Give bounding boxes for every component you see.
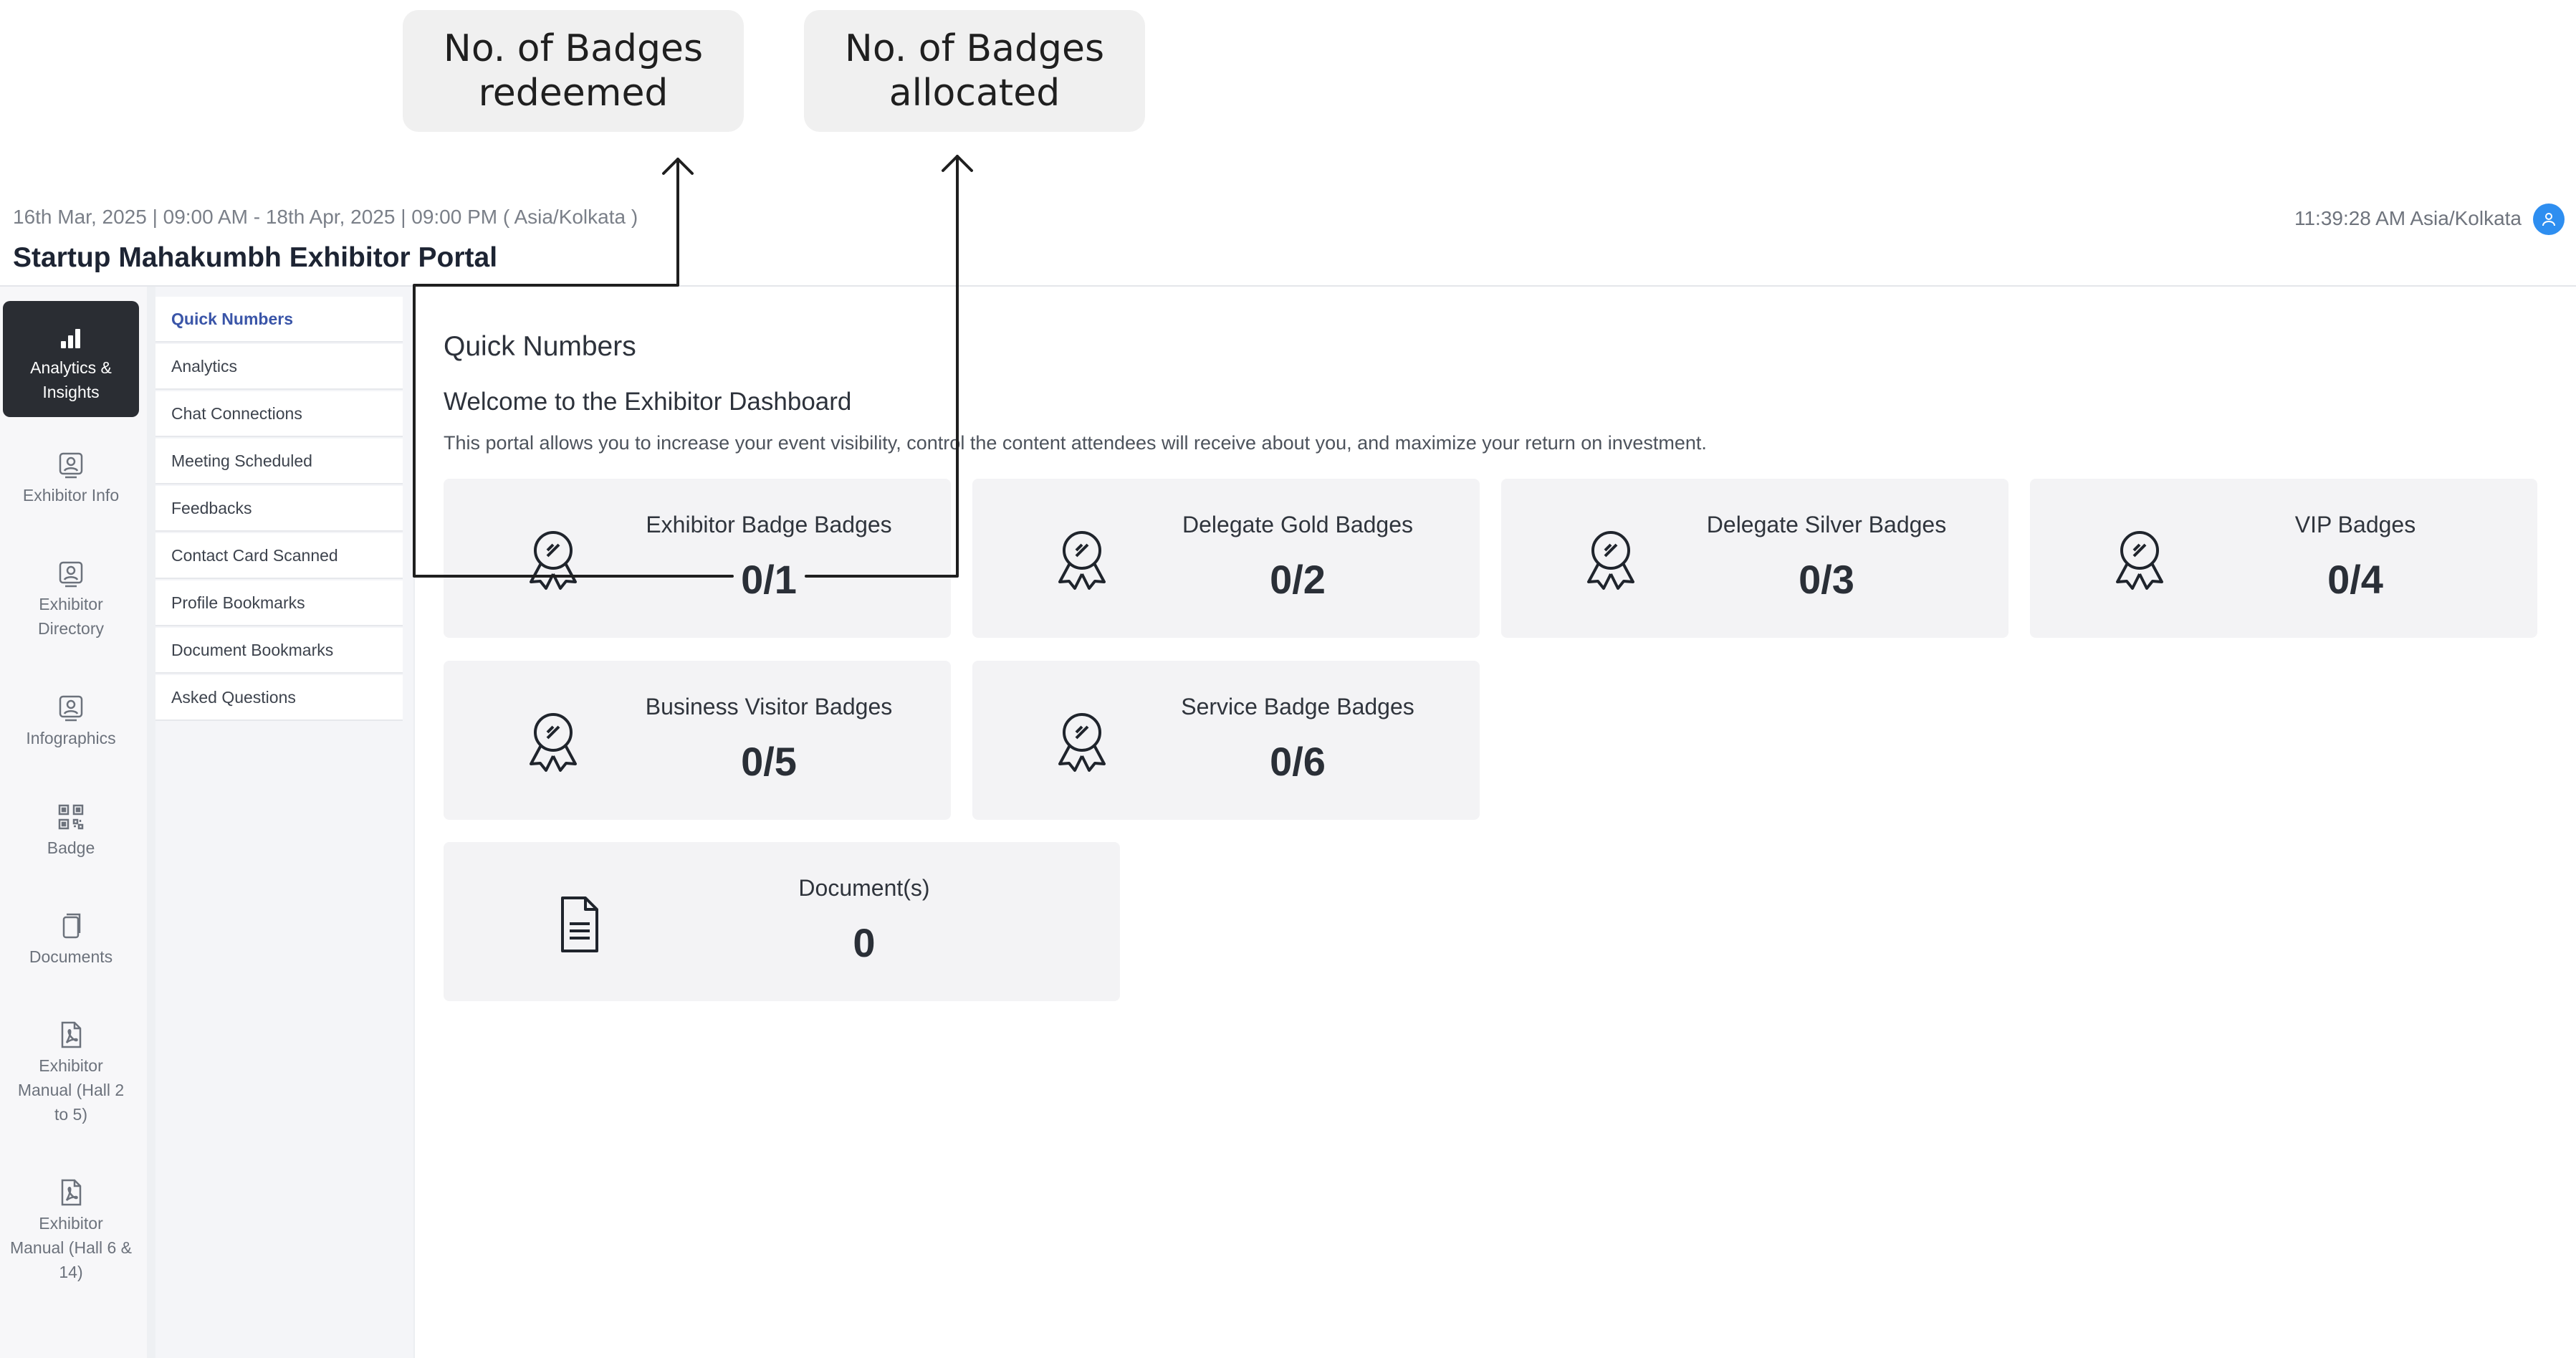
rail-divider <box>147 287 155 1358</box>
qr-code-icon <box>58 804 84 830</box>
redeemed-callout: No. of Badges redeemed <box>403 10 744 132</box>
stat-card-value: 0/5 <box>741 739 797 784</box>
rail-item-label: Documents <box>29 947 113 966</box>
allocated-callout: No. of Badges allocated <box>804 10 1145 132</box>
content-divider <box>413 287 415 1358</box>
rail-item-badge[interactable]: Badge <box>3 795 139 860</box>
rail-item-label: Exhibitor Info <box>22 486 120 505</box>
stat-card-label: Service Badge Badges <box>1181 694 1414 719</box>
rail-item-infographics[interactable]: Infographics <box>3 686 139 750</box>
rail-item-exhibitor-manual-hall-6-14[interactable]: Exhibitor Manual (Hall 6 & 14) <box>3 1171 139 1284</box>
rail-item-exhibitor-info[interactable]: Exhibitor Info <box>3 443 139 507</box>
stat-card-value: 0/1 <box>741 557 797 602</box>
stat-card-value: 0/2 <box>1270 557 1326 602</box>
stat-card-value: 0/3 <box>1799 557 1854 602</box>
stat-card-documents: Document(s) 0 <box>444 842 1120 1001</box>
rail-item-analytics-insights[interactable]: Analytics & Insights <box>3 301 139 417</box>
stat-card-value: 0/4 <box>2327 557 2383 602</box>
stat-card-delegate-silver-badges: Delegate Silver Badges 0/3 <box>1501 479 2008 638</box>
rail-item-documents[interactable]: Documents <box>3 904 139 969</box>
rail-item-exhibitor-manual-hall-2-5[interactable]: Exhibitor Manual (Hall 2 to 5) <box>3 1013 139 1127</box>
rail-item-label: Badge <box>47 838 95 857</box>
submenu-item-chat-connections[interactable]: Chat Connections <box>155 391 403 437</box>
rail-item-label: Exhibitor Directory <box>37 595 104 638</box>
stat-card-label: Delegate Silver Badges <box>1706 512 1947 537</box>
award-ribbon-icon <box>1587 531 1634 590</box>
pdf-icon <box>61 1179 82 1206</box>
award-ribbon-icon <box>1058 531 1106 590</box>
award-ribbon-icon <box>1058 713 1106 772</box>
stat-card-label: Document(s) <box>798 875 930 901</box>
user-icon <box>2542 213 2555 226</box>
allocated-arrowhead <box>942 155 973 172</box>
award-ribbon-icon <box>2116 531 2163 590</box>
portal-title: Startup Mahakumbh Exhibitor Portal <box>13 242 498 273</box>
current-time: 11:39:28 AM Asia/Kolkata <box>2294 207 2522 229</box>
document-icon <box>561 896 598 952</box>
stat-card-label: Delegate Gold Badges <box>1182 512 1413 537</box>
id-card-icon <box>59 561 83 588</box>
stat-card-value: 0 <box>853 920 876 965</box>
stat-card-label: Exhibitor Badge Badges <box>646 512 892 537</box>
stat-card-delegate-gold-badges: Delegate Gold Badges 0/2 <box>972 479 1480 638</box>
submenu-item-feedbacks[interactable]: Feedbacks <box>155 486 403 532</box>
bar-chart-icon <box>61 329 80 348</box>
rail-item-exhibitor-directory[interactable]: Exhibitor Directory <box>3 552 139 641</box>
rail-item-label: Exhibitor Manual (Hall 6 & 14) <box>9 1214 133 1281</box>
award-ribbon-icon <box>530 531 577 590</box>
submenu-item-asked-questions[interactable]: Asked Questions <box>155 675 403 721</box>
stat-card-vip-badges: VIP Badges 0/4 <box>2030 479 2537 638</box>
welcome-heading: Welcome to the Exhibitor Dashboard <box>444 388 852 416</box>
submenu-item-document-bookmarks[interactable]: Document Bookmarks <box>155 628 403 674</box>
submenu-item-meeting-scheduled[interactable]: Meeting Scheduled <box>155 439 403 484</box>
copy-icon <box>62 913 81 939</box>
stat-card-value: 0/6 <box>1270 739 1326 784</box>
section-title: Quick Numbers <box>444 331 636 362</box>
stat-card-label: Business Visitor Badges <box>645 694 893 719</box>
submenu-item-analytics[interactable]: Analytics <box>155 344 403 390</box>
submenu-item-quick-numbers[interactable]: Quick Numbers <box>155 297 403 343</box>
stat-card-business-visitor-badges: Business Visitor Badges 0/5 <box>444 661 951 820</box>
rail-item-label: Analytics & Insights <box>30 358 112 401</box>
id-card-icon <box>59 452 83 479</box>
user-avatar-button[interactable] <box>2533 204 2565 235</box>
submenu-item-profile-bookmarks[interactable]: Profile Bookmarks <box>155 580 403 626</box>
portal-description: This portal allows you to increase your … <box>444 432 1707 454</box>
submenu-item-contact-card-scanned[interactable]: Contact Card Scanned <box>155 533 403 579</box>
redeemed-arrowhead <box>662 158 694 175</box>
award-ribbon-icon <box>530 713 577 772</box>
rail-item-label: Exhibitor Manual (Hall 2 to 5) <box>17 1056 125 1124</box>
id-card-icon <box>59 695 83 722</box>
stat-card-label: VIP Badges <box>2294 512 2416 537</box>
rail-item-label: Infographics <box>26 729 116 747</box>
pdf-icon <box>61 1021 82 1048</box>
stat-card-exhibitor-badges: Exhibitor Badge Badges 0/1 <box>444 479 951 638</box>
stat-card-service-badges: Service Badge Badges 0/6 <box>972 661 1480 820</box>
event-date-range: 16th Mar, 2025 | 09:00 AM - 18th Apr, 20… <box>13 206 638 228</box>
